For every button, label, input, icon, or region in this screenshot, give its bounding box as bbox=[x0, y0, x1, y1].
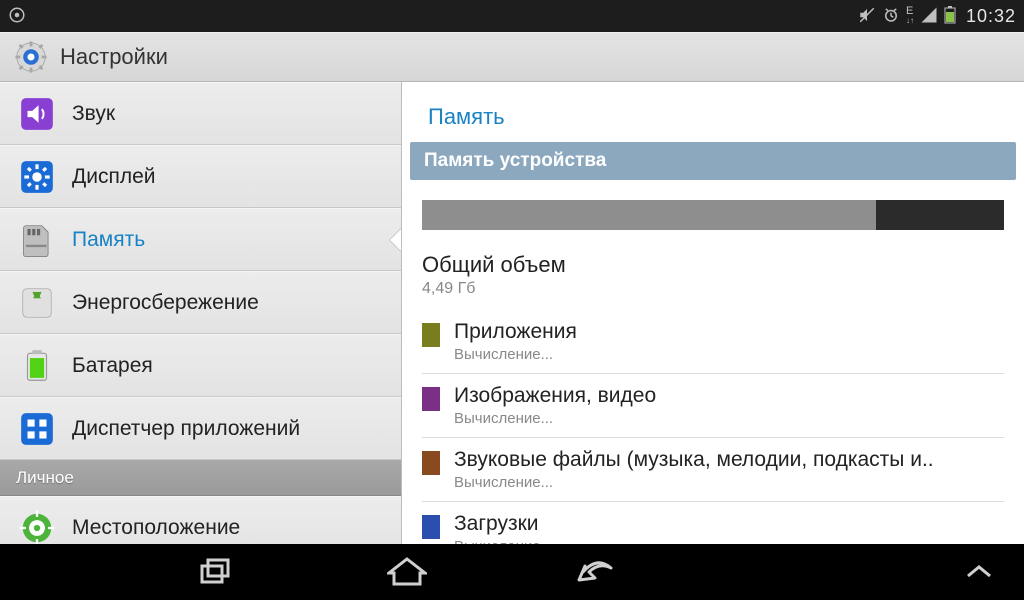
alarm-icon bbox=[882, 6, 900, 27]
sidebar-item-label: Звук bbox=[72, 102, 385, 126]
apps-grid-icon bbox=[16, 408, 58, 450]
status-time: 10:32 bbox=[966, 6, 1016, 27]
home-button[interactable] bbox=[382, 552, 432, 592]
category-title: Изображения, видео bbox=[454, 384, 1004, 408]
category-title: Звуковые файлы (музыка, мелодии, подкаст… bbox=[454, 448, 1004, 472]
speaker-icon bbox=[16, 93, 58, 135]
signal-icon bbox=[920, 6, 938, 27]
total-storage-value: 4,49 Гб bbox=[422, 280, 1004, 298]
mute-icon bbox=[858, 6, 876, 27]
sidebar-item-location[interactable]: Местоположение bbox=[0, 496, 401, 544]
storage-category-row[interactable]: Изображения, видео Вычисление... bbox=[402, 374, 1024, 437]
category-subtitle: Вычисление... bbox=[454, 538, 1004, 544]
sidebar-item-power[interactable]: Энергосбережение bbox=[0, 271, 401, 334]
sidebar-item-sound[interactable]: Звук bbox=[0, 82, 401, 145]
storage-panel: Память Память устройства Общий объем 4,4… bbox=[402, 82, 1024, 544]
settings-gear-icon bbox=[14, 40, 48, 74]
sidebar-item-battery[interactable]: Батарея bbox=[0, 334, 401, 397]
category-subtitle: Вычисление... bbox=[454, 346, 1004, 363]
sidebar-item-label: Диспетчер приложений bbox=[72, 417, 385, 441]
device-storage-header: Память устройства bbox=[410, 142, 1016, 180]
sidebar-item-label: Батарея bbox=[72, 354, 385, 378]
sidebar-item-display[interactable]: Дисплей bbox=[0, 145, 401, 208]
network-type-label: E↓↑ bbox=[906, 7, 914, 25]
expand-button[interactable] bbox=[954, 552, 1004, 592]
total-storage-row[interactable]: Общий объем 4,49 Гб bbox=[402, 242, 1024, 310]
storage-usage-bar[interactable] bbox=[402, 180, 1024, 242]
storage-category-row[interactable]: Приложения Вычисление... bbox=[402, 310, 1024, 373]
status-bar: E↓↑ 10:32 bbox=[0, 0, 1024, 32]
storage-used-segment bbox=[422, 200, 876, 230]
total-storage-label: Общий объем bbox=[422, 252, 1004, 278]
storage-category-row[interactable]: Загрузки Вычисление... bbox=[402, 502, 1024, 544]
title-bar: Настройки bbox=[0, 32, 1024, 82]
location-icon bbox=[16, 507, 58, 545]
category-title: Загрузки bbox=[454, 512, 1004, 536]
color-swatch bbox=[422, 387, 440, 411]
sd-card-icon bbox=[16, 219, 58, 261]
sidebar-item-apps[interactable]: Диспетчер приложений bbox=[0, 397, 401, 460]
status-app-icon bbox=[8, 6, 26, 27]
sidebar-item-label: Энергосбережение bbox=[72, 291, 385, 315]
recent-apps-button[interactable] bbox=[192, 552, 242, 592]
battery-icon bbox=[16, 345, 58, 387]
panel-title: Память bbox=[402, 82, 1024, 142]
battery-icon bbox=[944, 6, 956, 27]
recycle-icon bbox=[16, 282, 58, 324]
category-subtitle: Вычисление... bbox=[454, 474, 1004, 491]
sidebar-item-label: Дисплей bbox=[72, 165, 385, 189]
color-swatch bbox=[422, 515, 440, 539]
page-title: Настройки bbox=[60, 44, 168, 70]
back-button[interactable] bbox=[572, 552, 622, 592]
category-subtitle: Вычисление... bbox=[454, 410, 1004, 427]
storage-free-segment bbox=[876, 200, 1004, 230]
category-title: Приложения bbox=[454, 320, 1004, 344]
sidebar-item-label: Местоположение bbox=[72, 516, 385, 540]
settings-sidebar[interactable]: Звук Дисплей Память Энергосбережение Батарея… bbox=[0, 82, 402, 544]
gear-square-icon bbox=[16, 156, 58, 198]
storage-category-row[interactable]: Звуковые файлы (музыка, мелодии, подкаст… bbox=[402, 438, 1024, 501]
sidebar-item-storage[interactable]: Память bbox=[0, 208, 401, 271]
color-swatch bbox=[422, 323, 440, 347]
sidebar-category-personal: Личное bbox=[0, 460, 401, 496]
color-swatch bbox=[422, 451, 440, 475]
system-nav-bar bbox=[0, 544, 1024, 600]
sidebar-item-label: Память bbox=[72, 228, 385, 252]
